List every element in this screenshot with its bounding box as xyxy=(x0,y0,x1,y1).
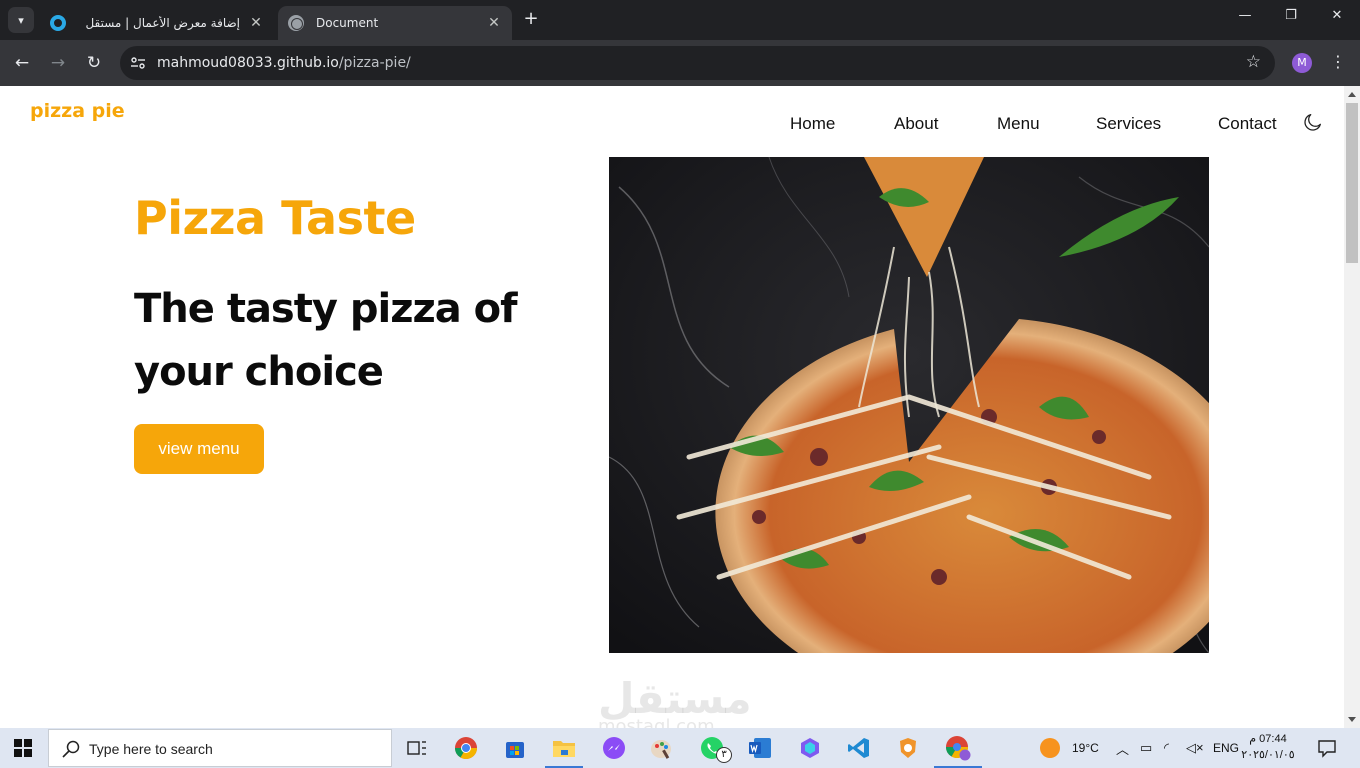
site-settings-icon[interactable] xyxy=(130,55,146,71)
wifi-icon[interactable]: ◜ xyxy=(1164,728,1169,768)
url-text[interactable]: mahmoud08033.github.io/pizza-pie/ xyxy=(157,55,411,71)
reload-icon: ↻ xyxy=(86,53,102,73)
restore-button[interactable]: ❐ xyxy=(1268,8,1314,32)
mostaql-watermark-url: mostaql.com xyxy=(598,716,715,728)
chrome-icon[interactable] xyxy=(452,734,480,762)
taskbar-search-input[interactable]: Type here to search xyxy=(48,729,392,767)
tab-mostaql[interactable]: إضافة معرض الأعمال | مستقل ✕ xyxy=(40,6,274,40)
hero-title: Pizza Taste xyxy=(134,191,416,245)
address-bar[interactable]: mahmoud08033.github.io/pizza-pie/ ☆ xyxy=(120,46,1275,80)
weather-temperature: 19°C xyxy=(1072,741,1099,755)
page-scrollbar[interactable] xyxy=(1344,86,1360,728)
arrow-left-icon: ← xyxy=(14,53,30,73)
show-hidden-icons[interactable]: ︿ xyxy=(1116,728,1129,768)
chevron-down-icon: ▾ xyxy=(18,13,24,27)
copilot-icon[interactable] xyxy=(796,734,824,762)
chrome-profile-icon[interactable] xyxy=(944,734,972,762)
vs-code-icon[interactable] xyxy=(845,734,873,762)
taskbar-clock[interactable]: 07:44 م ٢٠٢٥/٠١/٠٥ xyxy=(1240,731,1296,763)
messenger-icon[interactable] xyxy=(600,734,628,762)
language-indicator[interactable]: ENG xyxy=(1213,728,1239,768)
browser-tab-strip: ▾ إضافة معرض الأعمال | مستقل ✕ Document … xyxy=(0,0,1360,40)
moon-icon[interactable] xyxy=(1302,111,1324,133)
url-path: /pizza-pie/ xyxy=(338,55,411,71)
word-icon[interactable] xyxy=(746,734,774,762)
chevron-up-icon: ︿ xyxy=(1116,741,1130,757)
sun-icon xyxy=(1040,738,1060,758)
file-explorer-icon[interactable] xyxy=(550,734,578,762)
reload-button[interactable]: ↻ xyxy=(82,51,106,75)
close-tab-icon[interactable]: ✕ xyxy=(486,15,502,31)
bookmark-star-icon[interactable]: ☆ xyxy=(1246,52,1261,72)
nav-about[interactable]: About xyxy=(894,114,938,134)
scrollbar-thumb[interactable] xyxy=(1346,103,1358,263)
forward-button[interactable]: → xyxy=(46,51,70,75)
view-menu-button[interactable]: view menu xyxy=(134,424,264,474)
scroll-down-arrow-icon[interactable] xyxy=(1348,717,1356,722)
tab-title: Document xyxy=(316,16,379,30)
brave-icon[interactable] xyxy=(894,734,922,762)
browser-toolbar: ← → ↻ mahmoud08033.github.io/pizza-pie/ … xyxy=(0,40,1360,86)
tab-document[interactable]: Document ✕ xyxy=(278,6,512,40)
url-host: mahmoud08033.github.io xyxy=(157,55,339,71)
profile-avatar[interactable]: M xyxy=(1292,53,1312,73)
nav-menu[interactable]: Menu xyxy=(997,114,1040,134)
clock-time: 07:44 م xyxy=(1249,733,1287,745)
nav-services[interactable]: Services xyxy=(1096,114,1161,134)
close-window-button[interactable]: ✕ xyxy=(1314,8,1360,32)
page-viewport: pizza pie Home About Menu Services Conta… xyxy=(0,86,1344,728)
globe-icon xyxy=(288,15,304,31)
windows-taskbar: Type here to search ٣ 19°C ︿ ▭ ◜ ◁× ENG … xyxy=(0,728,1360,768)
nav-contact[interactable]: Contact xyxy=(1218,114,1277,134)
site-navigation: Home About Menu Services Contact xyxy=(0,114,1344,138)
whatsapp-badge: ٣ xyxy=(716,747,732,763)
speaker-muted-icon[interactable]: ◁× xyxy=(1186,728,1204,768)
tab-title: إضافة معرض الأعمال | مستقل xyxy=(85,16,240,30)
task-view-icon[interactable] xyxy=(403,734,431,762)
hero-heading: The tasty pizza of your choice xyxy=(134,286,518,395)
nav-home[interactable]: Home xyxy=(790,114,835,134)
weather-widget[interactable]: 19°C xyxy=(1040,728,1099,768)
arrow-right-icon: → xyxy=(50,53,66,73)
back-button[interactable]: ← xyxy=(10,51,34,75)
mostaql-favicon-icon xyxy=(50,15,66,31)
paint-icon[interactable] xyxy=(648,734,676,762)
tab-search-button[interactable]: ▾ xyxy=(8,7,34,33)
search-placeholder: Type here to search xyxy=(89,741,213,757)
notification-center-icon[interactable] xyxy=(1317,738,1337,758)
clock-date: ٢٠٢٥/٠١/٠٥ xyxy=(1241,749,1295,761)
new-tab-button[interactable]: + xyxy=(520,8,542,32)
scroll-up-arrow-icon[interactable] xyxy=(1348,92,1356,97)
windows-start-icon[interactable] xyxy=(14,739,32,757)
battery-icon[interactable]: ▭ xyxy=(1140,728,1152,768)
browser-menu-icon[interactable]: ⋮ xyxy=(1330,52,1346,74)
search-icon xyxy=(62,740,80,758)
pizza-photo xyxy=(609,157,1209,653)
microsoft-store-icon[interactable] xyxy=(501,734,529,762)
close-tab-icon[interactable]: ✕ xyxy=(248,15,264,31)
minimize-button[interactable]: — xyxy=(1222,8,1268,32)
